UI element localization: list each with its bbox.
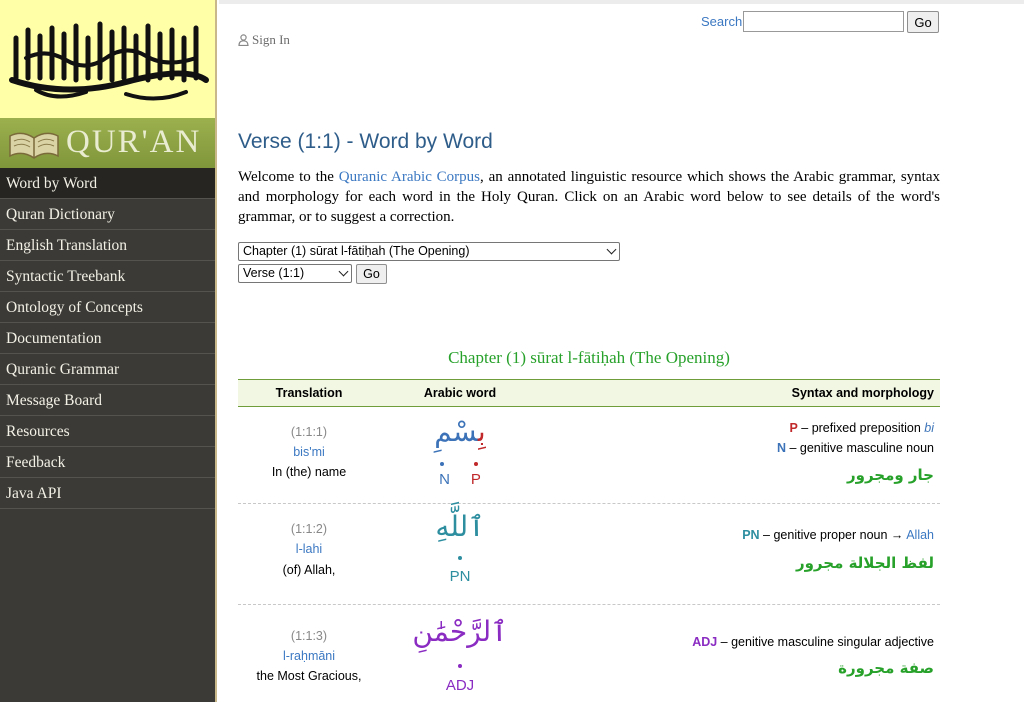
header-translation: Translation — [275, 386, 343, 400]
morph-line: P – prefixed preposition bi — [789, 421, 934, 435]
arabic-part-adj: ٱلرَّحْمَٰنِ — [412, 615, 508, 648]
segment-dot — [440, 462, 444, 466]
user-icon — [238, 34, 249, 46]
sidebar-item-english-translation[interactable]: English Translation — [0, 230, 215, 261]
arabic-word[interactable]: ٱلرَّحْمَٰنِ — [398, 615, 522, 648]
word-translation: In (the) name — [271, 465, 347, 479]
arabic-word[interactable]: ٱللَّهِ — [398, 510, 522, 543]
verse-select-value: Verse (1:1) — [243, 266, 305, 280]
header-arabic-word: Arabic word — [423, 386, 497, 400]
chevron-down-icon — [606, 244, 617, 255]
sidebar-item-message-board[interactable]: Message Board — [0, 385, 215, 416]
banner-title: QUR'AN — [66, 124, 202, 160]
sidebar-item-syntactic-treebank[interactable]: Syntactic Treebank — [0, 261, 215, 292]
morph-tag: N — [776, 441, 786, 455]
table-row[interactable]: (1:1:2) l-lahi (of) Allah, ٱللَّهِ PN PN… — [238, 504, 940, 605]
arabic-description: صفة مجرورة — [838, 659, 934, 677]
arabic-part-p: بِ — [477, 415, 486, 448]
pos-tag-p: P — [470, 471, 481, 488]
word-translation: the Most Gracious, — [256, 669, 362, 683]
word-transliteration[interactable]: l-raḥmāni — [238, 649, 380, 663]
sidebar-item-java-api[interactable]: Java API — [0, 478, 215, 509]
arabic-part-n: سْمِ — [434, 415, 478, 448]
morph-line: N – genitive masculine noun — [777, 441, 934, 455]
word-transliteration[interactable]: bis'mi — [238, 445, 380, 459]
morph-line: PN – genitive proper noun → Allah — [742, 528, 934, 542]
sidebar-item-resources[interactable]: Resources — [0, 416, 215, 447]
sidebar-nav: Word by Word Quran Dictionary English Tr… — [0, 168, 215, 509]
chevron-down-icon — [338, 266, 349, 277]
sidebar-item-feedback[interactable]: Feedback — [0, 447, 215, 478]
search-input[interactable] — [743, 11, 904, 32]
verse-select[interactable]: Verse (1:1) — [238, 264, 352, 283]
corpus-link[interactable]: Quranic Arabic Corpus — [339, 169, 480, 185]
morph-tag: P — [789, 421, 798, 435]
pos-tags: PN — [398, 568, 522, 585]
pos-tag-pn: PN — [449, 568, 471, 585]
open-book-icon — [9, 132, 59, 159]
search-link[interactable]: Search — [701, 14, 742, 29]
chapter-select[interactable]: Chapter (1) sūrat l-fātiḥah (The Opening… — [238, 242, 620, 261]
table-row[interactable]: (1:1:3) l-raḥmāni the Most Gracious, ٱلر… — [238, 605, 940, 702]
segment-dot — [458, 556, 462, 560]
table-header: Translation Arabic word Syntax and morph… — [238, 379, 940, 407]
morph-text: – genitive masculine noun — [785, 441, 934, 455]
word-location: (1:1:2) — [290, 522, 328, 536]
sign-in-link[interactable]: Sign In — [238, 32, 290, 48]
verse-go-button[interactable]: Go — [356, 264, 387, 284]
intro-text: Welcome to the Quranic Arabic Corpus, an… — [238, 167, 940, 227]
arabic-word[interactable]: بِسْمِ — [398, 415, 522, 448]
header-syntax: Syntax and morphology — [791, 386, 934, 400]
search-go-button[interactable]: Go — [907, 11, 939, 33]
segment-dot — [474, 462, 478, 466]
pos-tag-adj: ADJ — [445, 677, 475, 694]
word-location: (1:1:3) — [290, 629, 328, 643]
table-row[interactable]: (1:1:1) bis'mi In (the) name بِسْمِ N P … — [238, 407, 940, 504]
sidebar-item-ontology-of-concepts[interactable]: Ontology of Concepts — [0, 292, 215, 323]
chapter-select-value: Chapter (1) sūrat l-fātiḥah (The Opening… — [243, 244, 470, 258]
word-table: Translation Arabic word Syntax and morph… — [238, 379, 940, 702]
word-transliteration[interactable]: l-lahi — [238, 542, 380, 556]
morph-text: – prefixed preposition — [797, 421, 925, 435]
pos-tags: N P — [398, 471, 522, 488]
quran-banner[interactable]: QUR'AN — [0, 118, 215, 168]
arabic-description: لفظ الجلالة مجرور — [795, 554, 934, 572]
chapter-heading: Chapter (1) sūrat l-fātiḥah (The Opening… — [448, 348, 730, 367]
morph-tag: ADJ — [692, 635, 718, 649]
calligraphy-logo-image — [9, 21, 209, 101]
morph-tag: PN — [742, 528, 760, 542]
morph-extra[interactable]: Allah — [906, 528, 934, 542]
pos-tag-n: N — [439, 471, 450, 488]
sidebar-item-word-by-word[interactable]: Word by Word — [0, 168, 215, 199]
word-translation: (of) Allah, — [282, 563, 336, 577]
page-title: Verse (1:1) - Word by Word — [238, 130, 493, 153]
segment-dot — [458, 664, 462, 668]
sign-in-label: Sign In — [252, 32, 290, 47]
morph-text: – genitive masculine singular adjective — [717, 635, 934, 649]
arabic-description: جار ومجرور — [846, 466, 934, 484]
sidebar-item-quran-dictionary[interactable]: Quran Dictionary — [0, 199, 215, 230]
top-border — [219, 0, 1024, 4]
arabic-part-pn: ٱللَّهِ — [435, 510, 485, 543]
word-location: (1:1:1) — [290, 425, 328, 439]
sidebar: QUR'AN Word by Word Quran Dictionary Eng… — [0, 0, 217, 702]
sidebar-item-documentation[interactable]: Documentation — [0, 323, 215, 354]
morph-line: ADJ – genitive masculine singular adject… — [692, 635, 934, 649]
sidebar-item-quranic-grammar[interactable]: Quranic Grammar — [0, 354, 215, 385]
intro-text-before: Welcome to the — [238, 169, 339, 185]
morph-extra: bi — [924, 421, 934, 435]
calligraphy-logo[interactable] — [0, 0, 215, 118]
morph-text: – genitive proper noun → — [759, 528, 907, 542]
pos-tags: ADJ — [398, 677, 522, 694]
